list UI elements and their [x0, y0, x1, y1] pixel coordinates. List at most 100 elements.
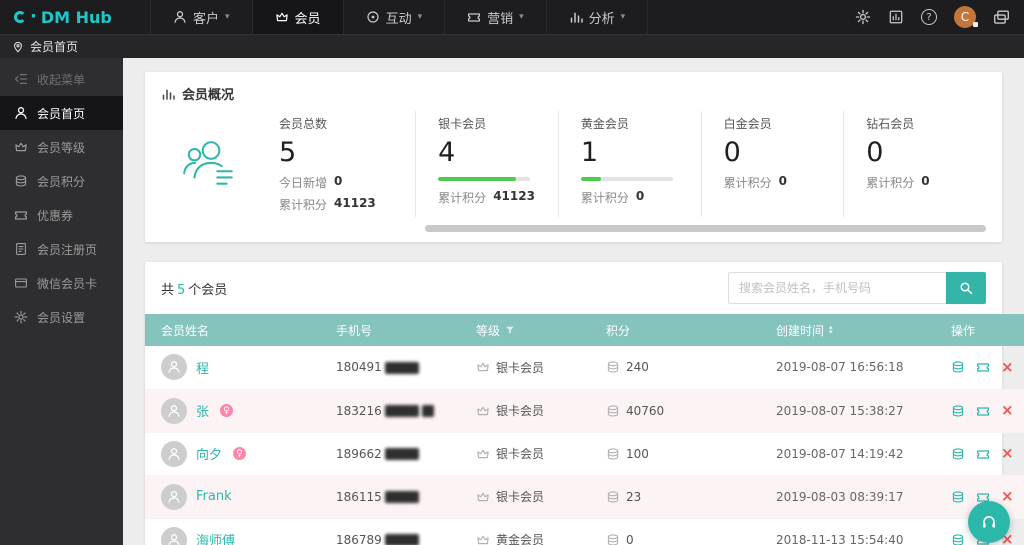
overview-title: 会员概况	[182, 88, 235, 103]
sidebar-item-wechat-card[interactable]: 微信会员卡	[0, 266, 123, 300]
horizontal-scrollbar[interactable]	[425, 225, 986, 232]
points-icon	[606, 360, 620, 374]
nav-label: 互动	[385, 11, 412, 27]
search-input[interactable]	[728, 272, 946, 304]
main-nav: 客户 ▾ 会员 互动 ▾ 营销 ▾ 分析 ▾	[150, 0, 649, 34]
sidebar-item-member-settings[interactable]: 会员设置	[0, 300, 123, 334]
adjust-points-icon[interactable]	[951, 533, 965, 545]
nav-marketing[interactable]: 营销 ▾	[444, 0, 546, 34]
points-label: 累计积分	[438, 191, 487, 205]
points-icon	[606, 447, 620, 461]
points-value: 0	[921, 174, 930, 188]
stat-points-line: 累计积分 41123	[279, 196, 405, 213]
nav-analytics[interactable]: 分析 ▾	[545, 0, 649, 34]
stat-label: 白金会员	[723, 117, 772, 131]
level-badge-icon	[476, 533, 490, 545]
stat-label: 会员总数	[279, 117, 328, 131]
avatar	[161, 397, 187, 424]
stat-points-line: 累计积分 0	[581, 189, 691, 206]
member-level: 银卡会员	[496, 404, 545, 418]
support-float-button[interactable]	[968, 501, 1010, 543]
stat-label: 钻石会员	[866, 117, 915, 131]
adjust-points-icon[interactable]	[951, 360, 965, 374]
col-name: 会员姓名	[145, 314, 320, 346]
send-coupon-icon[interactable]	[976, 404, 990, 418]
sidebar-item-label: 会员等级	[37, 140, 86, 155]
sidebar-item-label: 会员首页	[37, 106, 86, 121]
adjust-points-icon[interactable]	[951, 447, 965, 461]
points-icon	[606, 533, 620, 545]
level-progress-bar	[438, 177, 531, 181]
nav-engagement[interactable]: 互动 ▾	[342, 0, 445, 34]
created-time: 2019-08-07 16:56:18	[776, 360, 904, 375]
breadcrumb: 会员首页	[0, 34, 1024, 58]
created-time: 2019-08-07 14:19:42	[776, 446, 904, 461]
member-points: 100	[626, 446, 649, 461]
crown-icon	[14, 140, 28, 154]
today-label: 今日新增	[279, 176, 328, 190]
overview-title-row: 会员概况	[161, 84, 986, 103]
table-header-bar: 共 5 个会员	[145, 262, 1002, 314]
settings-gear-icon[interactable]	[855, 9, 871, 25]
delete-icon[interactable]: ×	[1001, 489, 1014, 504]
person-icon	[173, 10, 187, 24]
sort-icon[interactable]: ▴ ▾	[829, 324, 833, 336]
table-row: 张 ♀ 183216 银卡会员 40760 2019-08-07 15:38:27…	[145, 389, 1024, 432]
coins-icon	[14, 174, 28, 188]
points-value: 41123	[334, 196, 376, 210]
bar-chart-icon	[569, 10, 583, 24]
stat-silver-members: 银卡会员 4 累计积分 41123	[415, 111, 558, 217]
delete-icon[interactable]: ×	[1001, 359, 1014, 375]
nav-members[interactable]: 会员	[251, 0, 343, 34]
stat-gold-members: 黄金会员 1 累计积分 0	[557, 111, 701, 217]
send-coupon-icon[interactable]	[976, 360, 990, 374]
redacted-blur	[384, 405, 419, 417]
sidebar-item-label: 会员注册页	[37, 242, 98, 257]
points-label: 累计积分	[866, 176, 915, 190]
sidebar-item-member-home[interactable]: 会员首页	[0, 96, 123, 130]
member-name-link[interactable]: 海师傅	[196, 530, 235, 545]
send-coupon-icon[interactable]	[976, 447, 990, 461]
chevron-down-icon: ▾	[225, 12, 230, 22]
member-name-link[interactable]: 向夕	[196, 444, 222, 463]
member-name-link[interactable]: 程	[196, 358, 209, 377]
delete-icon[interactable]: ×	[1001, 446, 1014, 461]
report-icon[interactable]	[888, 9, 904, 25]
members-table-card: 共5个会员 会员姓名 手机号 等	[145, 262, 1024, 545]
member-level: 银卡会员	[496, 360, 545, 375]
sidebar-item-member-points[interactable]: 会员积分	[0, 164, 123, 198]
delete-icon[interactable]: ×	[1001, 403, 1014, 418]
adjust-points-icon[interactable]	[951, 404, 965, 418]
filter-funnel-icon[interactable]	[505, 325, 515, 335]
created-time: 2019-08-03 08:39:17	[776, 489, 904, 504]
sidebar-item-coupons[interactable]: 优惠券	[0, 198, 123, 232]
level-badge-icon	[476, 360, 490, 374]
multi-screen-icon[interactable]	[993, 9, 1010, 26]
points-value: 41123	[493, 189, 535, 203]
adjust-points-icon[interactable]	[951, 490, 965, 504]
member-name-link[interactable]: Frank	[196, 489, 232, 504]
redacted-blur	[384, 361, 419, 374]
chevron-down-icon: ▾	[417, 12, 423, 22]
member-name-link[interactable]: 张	[196, 401, 209, 420]
redacted-blur	[384, 448, 419, 460]
app-logo[interactable]: · DM Hub	[14, 8, 132, 27]
breadcrumb-label: 会员首页	[30, 40, 79, 54]
ticket-icon	[467, 10, 481, 24]
collapse-label: 收起菜单	[37, 72, 86, 87]
sidebar-item-label: 优惠券	[37, 208, 74, 223]
collapse-menu-button[interactable]: 收起菜单	[0, 62, 123, 96]
search-button[interactable]	[946, 272, 986, 304]
nav-label: 会员	[294, 11, 321, 27]
help-icon[interactable]: ?	[921, 9, 937, 25]
table-row: 程 180491 银卡会员 240 2019-08-07 16:56:18 ×	[145, 346, 1024, 389]
sidebar-item-signup-page[interactable]: 会员注册页	[0, 232, 123, 266]
target-icon	[366, 10, 380, 24]
user-avatar[interactable]: C	[954, 6, 978, 28]
nav-label: 客户	[193, 11, 220, 27]
col-level: 等级	[460, 314, 590, 346]
stat-points-line: 累计积分 0	[724, 174, 834, 191]
nav-customers[interactable]: 客户 ▾	[150, 0, 252, 34]
sidebar-item-member-levels[interactable]: 会员等级	[0, 130, 123, 164]
member-overview-card: 会员概况 会员总数 5 今日新增 0 累计积分 41123 银卡会员 4 累计积…	[145, 72, 1002, 242]
